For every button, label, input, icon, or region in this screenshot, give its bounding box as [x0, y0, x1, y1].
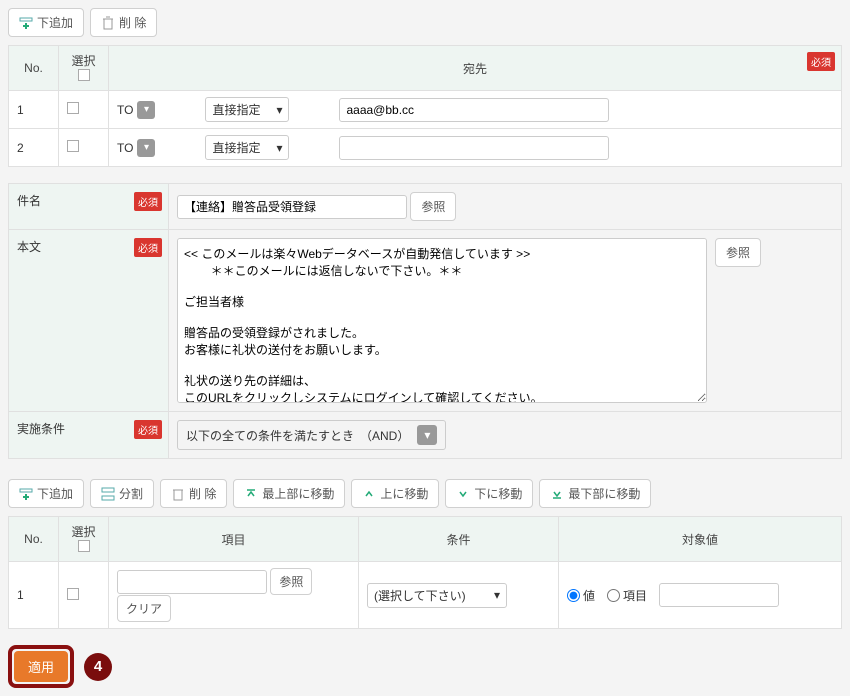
- target-input[interactable]: [659, 583, 779, 607]
- item-ref-button[interactable]: 参照: [270, 568, 312, 595]
- delete-button[interactable]: 削 除: [160, 479, 227, 508]
- row-checkbox[interactable]: [67, 588, 79, 600]
- recipient-type-select[interactable]: TO ▾: [117, 139, 155, 157]
- subject-ref-button[interactable]: 参照: [410, 192, 456, 221]
- trash-icon: [101, 16, 115, 30]
- recipients-table: No. 選択 宛先 必須 1 TO ▾ 直接指定: [8, 45, 842, 167]
- delete-button[interactable]: 削 除: [90, 8, 157, 37]
- move-top-button[interactable]: 最上部に移動: [233, 479, 345, 508]
- required-badge: 必須: [134, 238, 162, 257]
- col-select: 選択: [59, 517, 109, 562]
- chevron-down-icon: ▾: [276, 141, 282, 155]
- conditions-toolbar: 下追加 分割 削 除 最上部に移動 上に移動 下に移動 最下部に移動: [8, 479, 842, 508]
- body-ref-button[interactable]: 参照: [715, 238, 761, 267]
- col-target: 対象値: [559, 517, 842, 562]
- chevron-down-icon: ▾: [494, 588, 500, 602]
- chevron-down-icon: ▾: [276, 103, 282, 117]
- recipient-row: 1 TO ▾ 直接指定 ▾: [9, 91, 842, 129]
- radio-value[interactable]: 値: [567, 587, 595, 604]
- item-clear-button[interactable]: クリア: [117, 595, 171, 622]
- recipient-type-select[interactable]: TO ▾: [117, 101, 155, 119]
- add-below-label: 下追加: [37, 14, 73, 31]
- mail-form: 件名 必須 参照 本文 必須 参照 実施条件 必須 以下の全ての条件を満たすとき…: [8, 183, 842, 459]
- split-button[interactable]: 分割: [90, 479, 154, 508]
- subject-input[interactable]: [177, 195, 407, 219]
- recipient-mode-select[interactable]: 直接指定 ▾: [205, 135, 289, 160]
- annotation-marker: 4: [84, 653, 112, 681]
- col-cond: 条件: [359, 517, 559, 562]
- condition-logic-select[interactable]: 以下の全ての条件を満たすとき （AND） ▾: [177, 420, 446, 450]
- recipients-toolbar: 下追加 削 除: [8, 8, 842, 37]
- recipient-row: 2 TO ▾ 直接指定 ▾: [9, 129, 842, 167]
- col-no: No.: [9, 517, 59, 562]
- add-below-button[interactable]: 下追加: [8, 479, 84, 508]
- required-badge: 必須: [134, 192, 162, 211]
- row-checkbox[interactable]: [67, 140, 79, 152]
- col-select: 選択: [59, 46, 109, 91]
- row-no: 1: [9, 562, 59, 629]
- chevron-down-icon: ▾: [137, 101, 155, 119]
- body-label-cell: 本文 必須: [9, 230, 169, 412]
- recipient-address-input[interactable]: [339, 136, 609, 160]
- row-no: 1: [9, 91, 59, 129]
- chevron-down-icon: ▾: [137, 139, 155, 157]
- condition-select[interactable]: (選択して下さい) ▾: [367, 583, 507, 608]
- subject-label-cell: 件名 必須: [9, 184, 169, 230]
- arrow-bottom-icon: [550, 487, 564, 501]
- item-input[interactable]: [117, 570, 267, 594]
- arrow-up-icon: [362, 487, 376, 501]
- add-row-icon: [19, 16, 33, 30]
- arrow-top-icon: [244, 487, 258, 501]
- col-dest: 宛先 必須: [109, 46, 842, 91]
- split-icon: [101, 487, 115, 501]
- select-all-checkbox[interactable]: [78, 540, 90, 552]
- add-below-button[interactable]: 下追加: [8, 8, 84, 37]
- row-no: 2: [9, 129, 59, 167]
- required-badge: 必須: [134, 420, 162, 439]
- col-no: No.: [9, 46, 59, 91]
- apply-region: 適用 4: [8, 645, 842, 688]
- select-all-checkbox[interactable]: [78, 69, 90, 81]
- add-row-icon: [19, 487, 33, 501]
- col-item: 項目: [109, 517, 359, 562]
- move-bottom-button[interactable]: 最下部に移動: [539, 479, 651, 508]
- apply-button[interactable]: 適用: [14, 651, 68, 682]
- condition-row: 1 参照 クリア (選択して下さい) ▾ 値 項目: [9, 562, 842, 629]
- target-radio-group: 値 項目: [567, 583, 833, 607]
- delete-label: 削 除: [119, 14, 146, 31]
- body-textarea[interactable]: [177, 238, 707, 403]
- condition-label-cell: 実施条件 必須: [9, 412, 169, 459]
- recipient-address-input[interactable]: [339, 98, 609, 122]
- recipient-mode-select[interactable]: 直接指定 ▾: [205, 97, 289, 122]
- radio-item[interactable]: 項目: [607, 587, 647, 604]
- move-up-button[interactable]: 上に移動: [351, 479, 439, 508]
- row-checkbox[interactable]: [67, 102, 79, 114]
- apply-highlight: 適用: [8, 645, 74, 688]
- conditions-table: No. 選択 項目 条件 対象値 1 参照 クリア (選択して下さい) ▾: [8, 516, 842, 629]
- required-badge: 必須: [807, 52, 835, 71]
- trash-icon: [171, 487, 185, 501]
- move-down-button[interactable]: 下に移動: [445, 479, 533, 508]
- arrow-down-icon: [456, 487, 470, 501]
- chevron-down-icon: ▾: [417, 425, 437, 445]
